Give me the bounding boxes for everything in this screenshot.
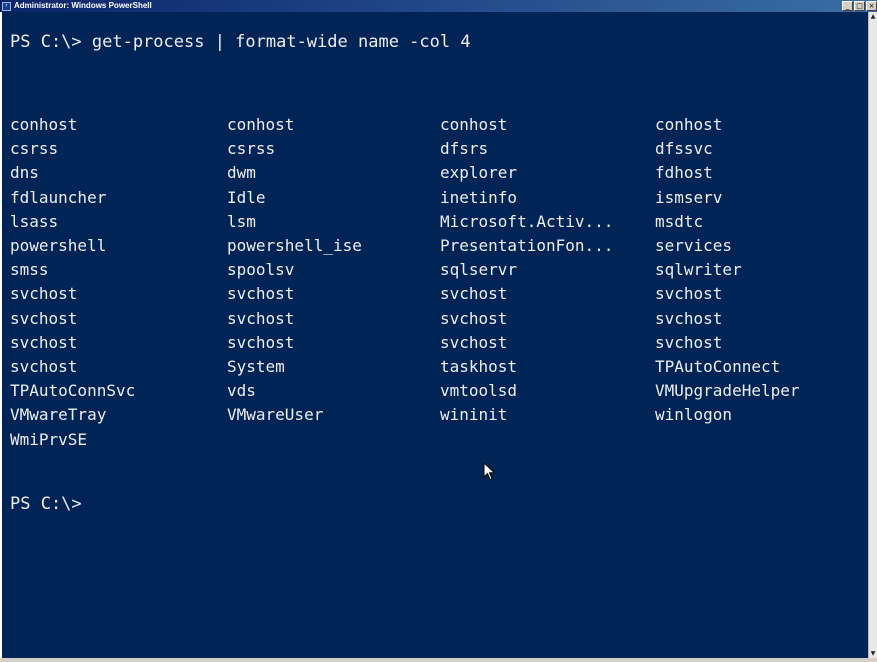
powershell-window: › Administrator: Windows PowerShell _ □ … [0, 0, 877, 662]
close-button[interactable]: × [866, 1, 877, 11]
process-name: fdlauncher [10, 187, 107, 207]
window-controls: _ □ × [842, 1, 877, 11]
minimize-button[interactable]: _ [842, 1, 853, 11]
process-name: PresentationFon... [440, 236, 614, 255]
process-name: csrss [10, 139, 59, 159]
process-name: svchost [10, 332, 78, 352]
process-name: conhost [227, 115, 295, 134]
process-name: sqlwriter [655, 260, 742, 280]
process-name: svchost [440, 332, 508, 352]
process-name: dfssvc [655, 139, 713, 159]
process-name: System [227, 357, 285, 376]
process-name: svchost [655, 308, 723, 328]
process-name: svchost [227, 332, 295, 352]
process-name: fdhost [655, 163, 713, 183]
process-name: taskhost [440, 357, 518, 376]
process-name: svchost [440, 308, 508, 328]
scroll-up-icon[interactable]: ▲ [869, 12, 877, 21]
process-name: wininit [440, 405, 508, 425]
command-line: PS C:\> get-process | format-wide name -… [10, 32, 471, 52]
process-name: dwm [227, 163, 256, 183]
process-name: powershell_ise [227, 236, 362, 255]
process-name: svchost [655, 332, 723, 352]
mouse-pointer-icon [483, 462, 496, 481]
process-name: svchost [10, 357, 78, 376]
process-name: vmtoolsd [440, 381, 518, 401]
maximize-button[interactable]: □ [854, 1, 865, 11]
prompt-line: PS C:\> [10, 494, 82, 514]
process-name: inetinfo [440, 187, 518, 207]
vertical-scrollbar[interactable]: ▲ ▼ [868, 12, 877, 658]
title-bar[interactable]: › Administrator: Windows PowerShell _ □ … [0, 0, 877, 12]
process-name: lsass [10, 211, 59, 231]
powershell-icon: › [2, 1, 11, 11]
process-name: conhost [440, 115, 508, 134]
process-name: ismserv [655, 187, 723, 207]
process-name: smss [10, 260, 49, 280]
process-name: Idle [227, 187, 266, 207]
process-name: lsm [227, 211, 256, 231]
process-name: vds [227, 381, 256, 401]
process-name: dfsrs [440, 139, 489, 159]
window-title: Administrator: Windows PowerShell [14, 1, 152, 10]
process-name: conhost [655, 115, 723, 134]
console-output[interactable]: PS C:\> get-process | format-wide name -… [2, 12, 868, 658]
scroll-down-icon[interactable]: ▼ [869, 649, 877, 658]
process-name: Microsoft.Activ... [440, 211, 614, 231]
process-name: svchost [227, 308, 295, 328]
process-name: svchost [227, 284, 295, 304]
process-name: spoolsv [227, 260, 295, 280]
process-name: svchost [10, 284, 78, 304]
process-name: winlogon [655, 405, 733, 425]
process-name: powershell [10, 236, 107, 255]
process-name: TPAutoConnSvc [10, 381, 136, 401]
process-name: svchost [10, 308, 78, 328]
process-name: services [655, 236, 733, 255]
process-name: msdtc [655, 211, 704, 231]
process-name: TPAutoConnect [655, 357, 781, 376]
process-name: explorer [440, 163, 518, 183]
process-name: svchost [440, 284, 508, 304]
process-name: VMwareUser [227, 405, 324, 425]
process-name: conhost [10, 115, 78, 134]
process-name: VMwareTray [10, 405, 107, 425]
process-name: svchost [655, 284, 723, 304]
process-name: WmiPrvSE [10, 429, 88, 449]
process-name: sqlservr [440, 260, 518, 280]
process-name: csrss [227, 139, 276, 159]
process-name: dns [10, 163, 39, 183]
process-name: VMUpgradeHelper [655, 381, 800, 401]
window-bottom-border [0, 658, 877, 662]
